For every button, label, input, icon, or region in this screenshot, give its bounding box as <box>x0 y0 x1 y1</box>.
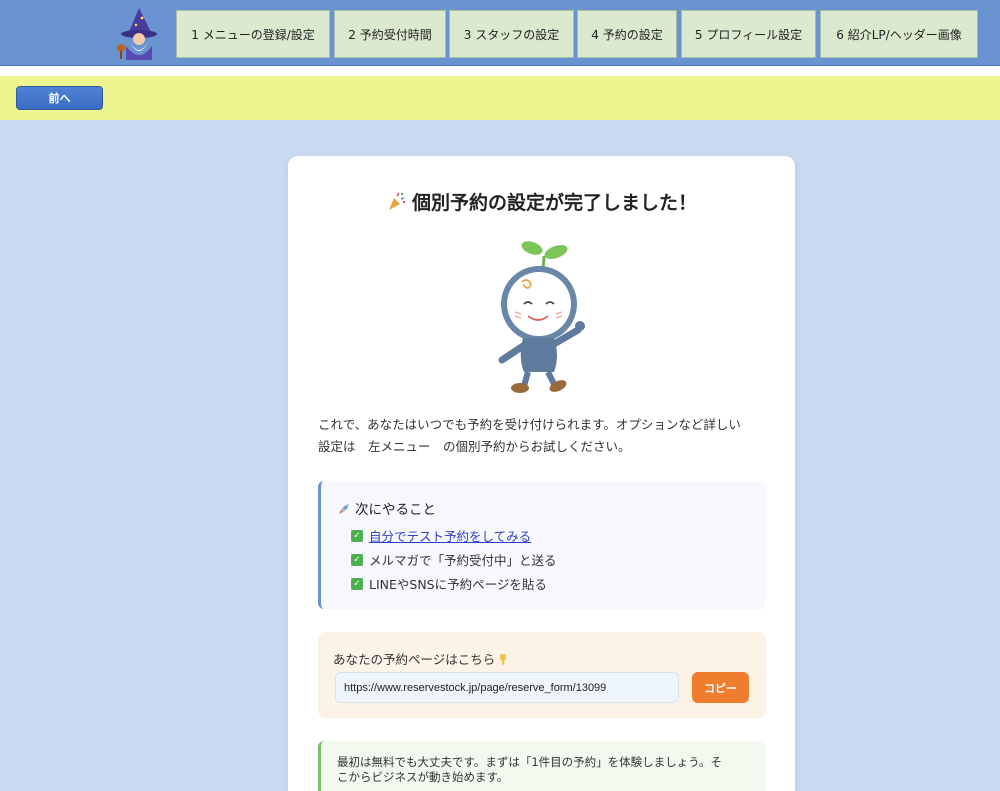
party-popper-icon <box>388 192 406 210</box>
tab-profile-settings[interactable]: 5 プロフィール設定 <box>681 10 816 58</box>
top-navigation: 1 メニューの登録/設定 2 予約受付時間 3 スタッフの設定 4 予約の設定 … <box>0 0 1000 66</box>
next-item-sns: ✓ LINEやSNSに予約ページを貼る <box>351 574 547 593</box>
reservation-url-field[interactable] <box>335 672 679 703</box>
next-steps-title: 次にやること <box>355 502 436 518</box>
prev-button[interactable]: 前へ <box>16 86 103 110</box>
divider <box>0 66 1000 76</box>
page-title: 個別予約の設定が完了しました！ <box>288 188 795 215</box>
title-text: 個別予約の設定が完了しました！ <box>411 192 697 214</box>
url-label-text: あなたの予約ページはこちら <box>333 652 496 667</box>
note-line: こからビジネスが動き始めます。 <box>337 770 509 784</box>
test-reservation-link[interactable]: 自分でテスト予約をしてみる <box>369 526 531 545</box>
check-mark-icon: ✓ <box>351 577 363 590</box>
next-item-label: LINEやSNSに予約ページを貼る <box>369 577 547 592</box>
tab-staff-settings[interactable]: 3 スタッフの設定 <box>449 10 574 58</box>
completion-card: 個別予約の設定が完了しました！ これで、あなたはいつでも予約を受け付けられます。… <box>288 156 795 791</box>
intro-line: 設定は 左メニュー の個別予約からお試しください。 <box>318 439 631 454</box>
check-mark-icon: ✓ <box>351 553 363 566</box>
intro-text: これで、あなたはいつでも予約を受け付けられます。オプションなど詳しい 設定は 左… <box>318 414 768 458</box>
encouragement-note: 最初は無料でも大丈夫です。まずは「1件目の予約」を体験しましょう。そ こからビジ… <box>318 741 766 791</box>
tab-reservation-hours[interactable]: 2 予約受付時間 <box>334 10 446 58</box>
pointing-down-icon <box>500 654 507 665</box>
intro-line: これで、あなたはいつでも予約を受け付けられます。オプションなど詳しい <box>318 417 741 432</box>
url-label: あなたの予約ページはこちら <box>333 649 509 668</box>
wizard-avatar-icon <box>117 8 157 60</box>
next-steps-heading: 次にやること <box>337 498 436 518</box>
tab-reservation-settings[interactable]: 4 予約の設定 <box>577 10 677 58</box>
tab-lp-header-image[interactable]: 6 紹介LP/ヘッダー画像 <box>820 10 978 58</box>
rocket-icon <box>339 504 349 514</box>
toolbar: 前へ <box>0 76 1000 120</box>
next-item-label: メルマガで「予約受付中」と送る <box>369 553 557 568</box>
reservation-url-box: あなたの予約ページはこちら コピー <box>318 632 766 718</box>
next-item-newsletter: ✓ メルマガで「予約受付中」と送る <box>351 550 557 569</box>
copy-button[interactable]: コピー <box>692 672 749 703</box>
tab-menu-settings[interactable]: 1 メニューの登録/設定 <box>176 10 330 58</box>
check-mark-icon: ✓ <box>351 529 363 542</box>
sprout-mascot-illustration <box>498 241 585 393</box>
note-line: 最初は無料でも大丈夫です。まずは「1件目の予約」を体験しましょう。そ <box>337 755 722 769</box>
next-item-test-reservation: ✓ 自分でテスト予約をしてみる <box>351 526 531 545</box>
next-steps-box: 次にやること ✓ 自分でテスト予約をしてみる ✓ メルマガで「予約受付中」と送る… <box>318 481 766 609</box>
note-text: 最初は無料でも大丈夫です。まずは「1件目の予約」を体験しましょう。そ こからビジ… <box>337 755 755 785</box>
